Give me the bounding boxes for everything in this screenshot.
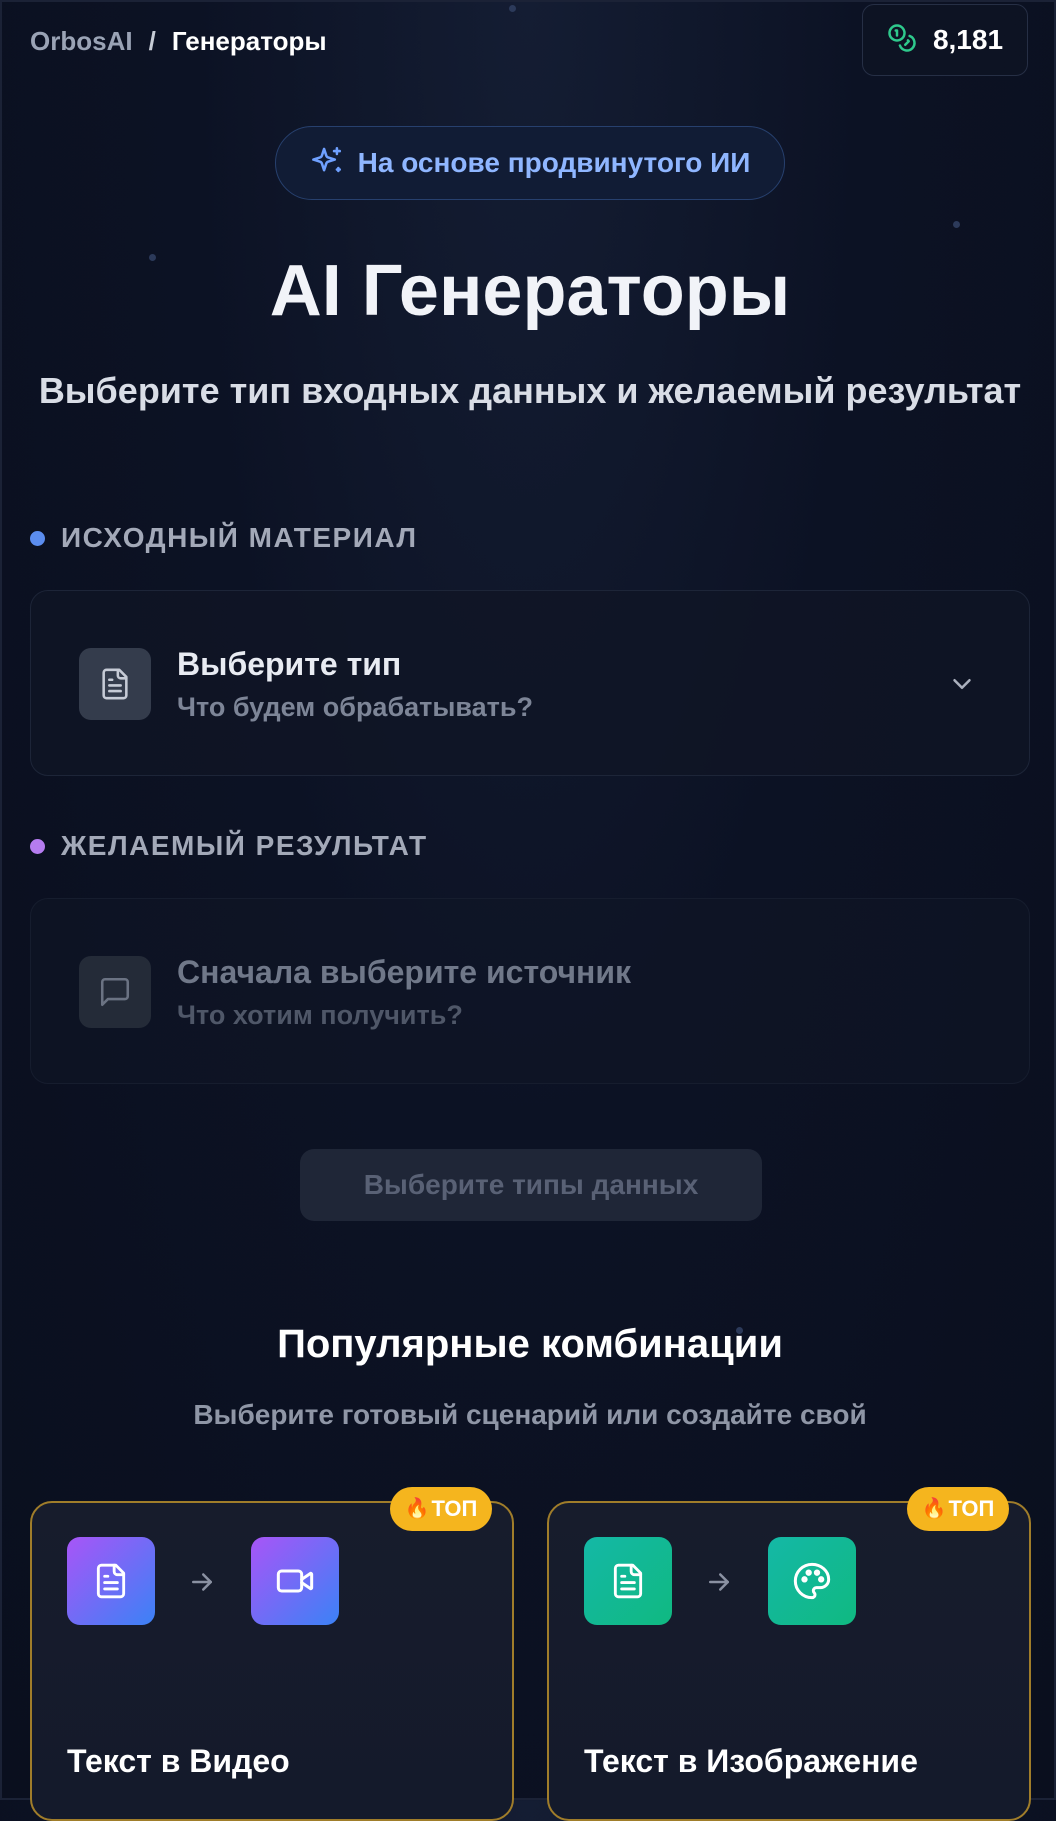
arrow-right-icon [704, 1567, 734, 1602]
breadcrumb-root-link[interactable]: OrbosAI [30, 26, 133, 57]
source-section-title: ИСХОДНЫЙ МАТЕРИАЛ [61, 522, 418, 553]
source-section-label: ИСХОДНЫЙ МАТЕРИАЛ [30, 522, 418, 554]
video-icon [251, 1537, 339, 1625]
breadcrumb: OrbosAI / Генераторы [30, 26, 327, 57]
ai-badge-label: На основе продвинутого ИИ [357, 147, 751, 178]
top-badge: 🔥 ТОП [390, 1487, 492, 1531]
result-section-title: ЖЕЛАЕМЫЙ РЕЗУЛЬТАТ [61, 830, 428, 861]
result-selector-subtitle: Что хотим получить? [177, 1000, 463, 1030]
top-bar: OrbosAI / Генераторы 8,181 [2, 2, 1054, 78]
document-icon [79, 648, 151, 720]
fire-icon: 🔥 [921, 1498, 947, 1520]
fire-icon: 🔥 [404, 1498, 430, 1520]
result-section-label: ЖЕЛАЕМЫЙ РЕЗУЛЬТАТ [30, 830, 428, 862]
section-dot [30, 530, 45, 546]
top-badge-label: ТОП [948, 1496, 995, 1521]
popular-section-subtitle: Выберите готовый сценарий или создайте с… [193, 1399, 867, 1430]
document-icon [584, 1537, 672, 1625]
combo-card-title: Текст в Видео [67, 1743, 290, 1779]
credits-balance[interactable]: 8,181 [862, 4, 1028, 76]
document-icon [67, 1537, 155, 1625]
top-badge-label: ТОП [431, 1496, 478, 1521]
top-badge: 🔥 ТОП [907, 1487, 1009, 1531]
combo-card-title: Текст в Изображение [584, 1743, 918, 1779]
message-icon [79, 956, 151, 1028]
combo-card-text-to-video[interactable]: 🔥 ТОП Текст в Видео [30, 1487, 514, 1821]
chevron-down-icon [947, 669, 977, 704]
background-dot [953, 221, 960, 228]
breadcrumb-current: Генераторы [171, 26, 327, 56]
section-dot [30, 838, 45, 854]
arrow-right-icon [187, 1567, 217, 1602]
ai-badge: На основе продвинутого ИИ [275, 126, 785, 200]
combo-card-text-to-image[interactable]: 🔥 ТОП Текст в Изображение [547, 1487, 1031, 1821]
palette-icon [768, 1537, 856, 1625]
result-selector-title: Сначала выберите источник [177, 954, 632, 990]
page-subtitle: Выберите тип входных данных и желаемый р… [38, 370, 1022, 411]
submit-button[interactable]: Выберите типы данных [300, 1149, 762, 1221]
result-type-dropdown: Сначала выберите источник Что хотим полу… [30, 898, 1030, 1084]
source-selector-title: Выберите тип [177, 646, 402, 682]
source-selector-subtitle: Что будем обрабатывать? [177, 692, 533, 722]
breadcrumb-separator: / [148, 26, 156, 56]
page-title: AI Генераторы [269, 251, 791, 331]
coins-icon [887, 23, 917, 58]
source-type-dropdown[interactable]: Выберите тип Что будем обрабатывать? [30, 590, 1030, 776]
popular-section-title: Популярные комбинации [277, 1322, 783, 1366]
credits-value: 8,181 [932, 24, 1004, 55]
sparkles-icon [310, 144, 344, 183]
